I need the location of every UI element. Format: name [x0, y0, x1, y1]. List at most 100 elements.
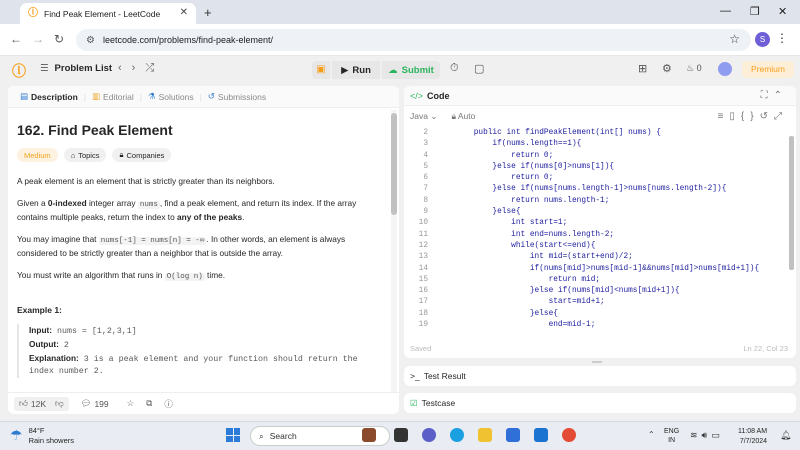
url-input[interactable]: ⚙ leetcode.com/problems/find-peak-elemen…	[76, 29, 751, 51]
store-icon[interactable]	[506, 428, 520, 442]
submit-button[interactable]: ☁ Submit	[382, 61, 440, 79]
tab-editorial[interactable]: ▥ Editorial	[86, 91, 140, 102]
auto-mode[interactable]: 🔒︎ Auto	[451, 111, 475, 122]
site-info-icon[interactable]: ⚙	[86, 35, 95, 46]
reload-icon[interactable]: ↻	[54, 32, 64, 46]
code-text: return 0;	[455, 174, 554, 183]
line-number: 15	[418, 275, 428, 284]
code-line[interactable]: 3 if(nums.length==1){	[404, 139, 796, 150]
bookmark-star-icon[interactable]: ☆	[729, 32, 740, 46]
tab-submissions[interactable]: ↺ Submissions	[202, 91, 272, 102]
editor-tool-icons[interactable]: ≡▯{}↺⤢	[718, 111, 788, 122]
code-line[interactable]: 11 int end=nums.length-2;	[404, 230, 796, 241]
language-indicator[interactable]: ENG IN	[664, 427, 679, 445]
description-paragraph-1: A peak element is an element that is str…	[17, 176, 275, 186]
test-result-panel[interactable]: >_ Test Result	[404, 366, 796, 386]
example-input: Input: nums = [1,2,3,1]	[29, 324, 382, 338]
code-line[interactable]: 14 if(nums[mid]>nums[mid-1]&&nums[mid]>n…	[404, 264, 796, 275]
like-button[interactable]: 👍︎ 12K 👎︎	[14, 396, 69, 411]
chrome-icon[interactable]	[562, 428, 576, 442]
favorite-star-icon[interactable]: ☆	[127, 398, 135, 409]
code-line[interactable]: 15 return mid;	[404, 275, 796, 286]
tray-expand-icon[interactable]: ⌃	[648, 430, 655, 439]
maximize-icon[interactable]: ❐	[750, 5, 760, 18]
note-icon[interactable]: ▢	[474, 62, 484, 75]
premium-button[interactable]: Premium	[742, 61, 794, 78]
minimize-icon[interactable]: —	[720, 5, 731, 17]
code-text: public int findPeakElement(int[] nums) {	[455, 129, 661, 137]
explanation-value: 3 is a peak element and your function sh…	[29, 355, 358, 376]
debug-icon[interactable]: ▣	[312, 61, 330, 79]
file-explorer-icon[interactable]	[478, 428, 492, 442]
clock[interactable]: 11:08 AM 7/7/2024	[738, 427, 767, 446]
code-line[interactable]: 19 end=mid-1;	[404, 320, 796, 331]
task-view-icon[interactable]	[394, 428, 408, 442]
leetcode-logo-icon[interactable]: ⓛ	[12, 61, 26, 81]
run-button[interactable]: ▶ Run	[332, 61, 380, 79]
testcase-panel[interactable]: ☑ Testcase	[404, 393, 796, 413]
user-avatar[interactable]	[718, 62, 732, 76]
windows-start-icon[interactable]	[226, 428, 240, 442]
layout-icon[interactable]: ⊞	[638, 62, 647, 75]
new-tab-icon[interactable]: +	[204, 5, 212, 20]
close-window-icon[interactable]: ✕	[778, 5, 787, 18]
close-tab-icon[interactable]: ✕	[180, 7, 188, 18]
notification-icon[interactable]: 🔔︎	[780, 430, 791, 441]
scrollbar-thumb[interactable]	[391, 113, 397, 215]
problem-nav-icons[interactable]: ‹›⤮	[118, 62, 164, 75]
code-line[interactable]: 9 }else{	[404, 207, 796, 218]
resize-handle[interactable]	[592, 361, 602, 363]
teams-icon[interactable]	[422, 428, 436, 442]
help-icon[interactable]: ⓘ	[164, 398, 173, 410]
tab-editorial-label: Editorial	[103, 91, 134, 102]
profile-avatar[interactable]: S	[755, 32, 770, 47]
forward-icon[interactable]: →	[32, 32, 44, 46]
rain-cloud-icon: ☂	[10, 426, 23, 443]
description-scrollbar[interactable]	[391, 110, 397, 392]
system-tray-icons[interactable]: ≋🔊︎▭	[690, 430, 724, 441]
settings-icon[interactable]: ⚙	[662, 62, 672, 75]
code-line[interactable]: 6 return 0;	[404, 173, 796, 184]
timer-icon[interactable]: ⏱	[450, 62, 459, 75]
code-line[interactable]: 16 }else if(nums[mid]<nums[mid+1]){	[404, 286, 796, 297]
code-line[interactable]: 10 int start=1;	[404, 218, 796, 229]
code-line[interactable]: 2 public int findPeakElement(int[] nums)…	[404, 128, 796, 139]
thumbs-down-icon[interactable]: 👎︎	[55, 398, 64, 409]
bold-text: 0-indexed	[47, 198, 87, 208]
back-icon[interactable]: ←	[10, 32, 22, 46]
line-number: 6	[423, 174, 428, 183]
code-text: }else if(nums[mid]<nums[mid+1]){	[455, 287, 680, 296]
browser-menu-icon[interactable]: ⋮	[776, 31, 788, 45]
share-icon[interactable]: ⧉	[146, 398, 152, 409]
line-number: 8	[423, 196, 428, 205]
streak-counter[interactable]: ♨ 0	[686, 63, 702, 74]
edge-icon[interactable]	[450, 428, 464, 442]
news-app-icon[interactable]	[362, 428, 376, 442]
browser-tab[interactable]: ⓛ Find Peak Element - LeetCode ✕	[20, 3, 196, 24]
code-line[interactable]: 17 start=mid+1;	[404, 297, 796, 308]
code-line[interactable]: 4 return 0;	[404, 151, 796, 162]
weather-widget[interactable]: ☂ 84°F Rain showers	[10, 426, 74, 445]
text: integer array	[86, 198, 138, 208]
tab-solutions[interactable]: ⚗ Solutions	[142, 91, 200, 102]
code-line[interactable]: 12 while(start<=end){	[404, 241, 796, 252]
companies-chip[interactable]: 🔒︎ Companies	[112, 148, 172, 162]
code-editor[interactable]: 2 public int findPeakElement(int[] nums)…	[404, 128, 796, 333]
mail-icon[interactable]	[534, 428, 548, 442]
difficulty-badge[interactable]: Medium	[17, 148, 58, 162]
problem-list-button[interactable]: ☰ Problem List	[40, 63, 112, 74]
code-line[interactable]: 13 int mid=(start+end)/2;	[404, 252, 796, 263]
code-scrollbar-thumb[interactable]	[789, 136, 794, 270]
text: time.	[204, 270, 226, 280]
code-line[interactable]: 18 }else{	[404, 309, 796, 320]
panel-window-icons[interactable]: ⛶⌃	[761, 90, 788, 101]
description-panel: ▤ Description | ▥ Editorial | ⚗ Solution…	[8, 86, 399, 414]
tab-description[interactable]: ▤ Description	[14, 91, 84, 102]
code-line[interactable]: 7 }else if(nums[nums.length-1]>nums[nums…	[404, 184, 796, 195]
code-line[interactable]: 5 }else if(nums[0]>nums[1]){	[404, 162, 796, 173]
language-select[interactable]: Java ⌄	[410, 111, 437, 122]
comments-button[interactable]: 💬︎ 199	[81, 398, 109, 409]
leetcode-navbar: ⓛ ☰ Problem List ‹›⤮ ▣ ▶ Run ☁ Submit ⏱ …	[0, 56, 800, 83]
topics-chip[interactable]: ⌂ Topics	[63, 148, 107, 162]
code-line[interactable]: 8 return nums.length-1;	[404, 196, 796, 207]
